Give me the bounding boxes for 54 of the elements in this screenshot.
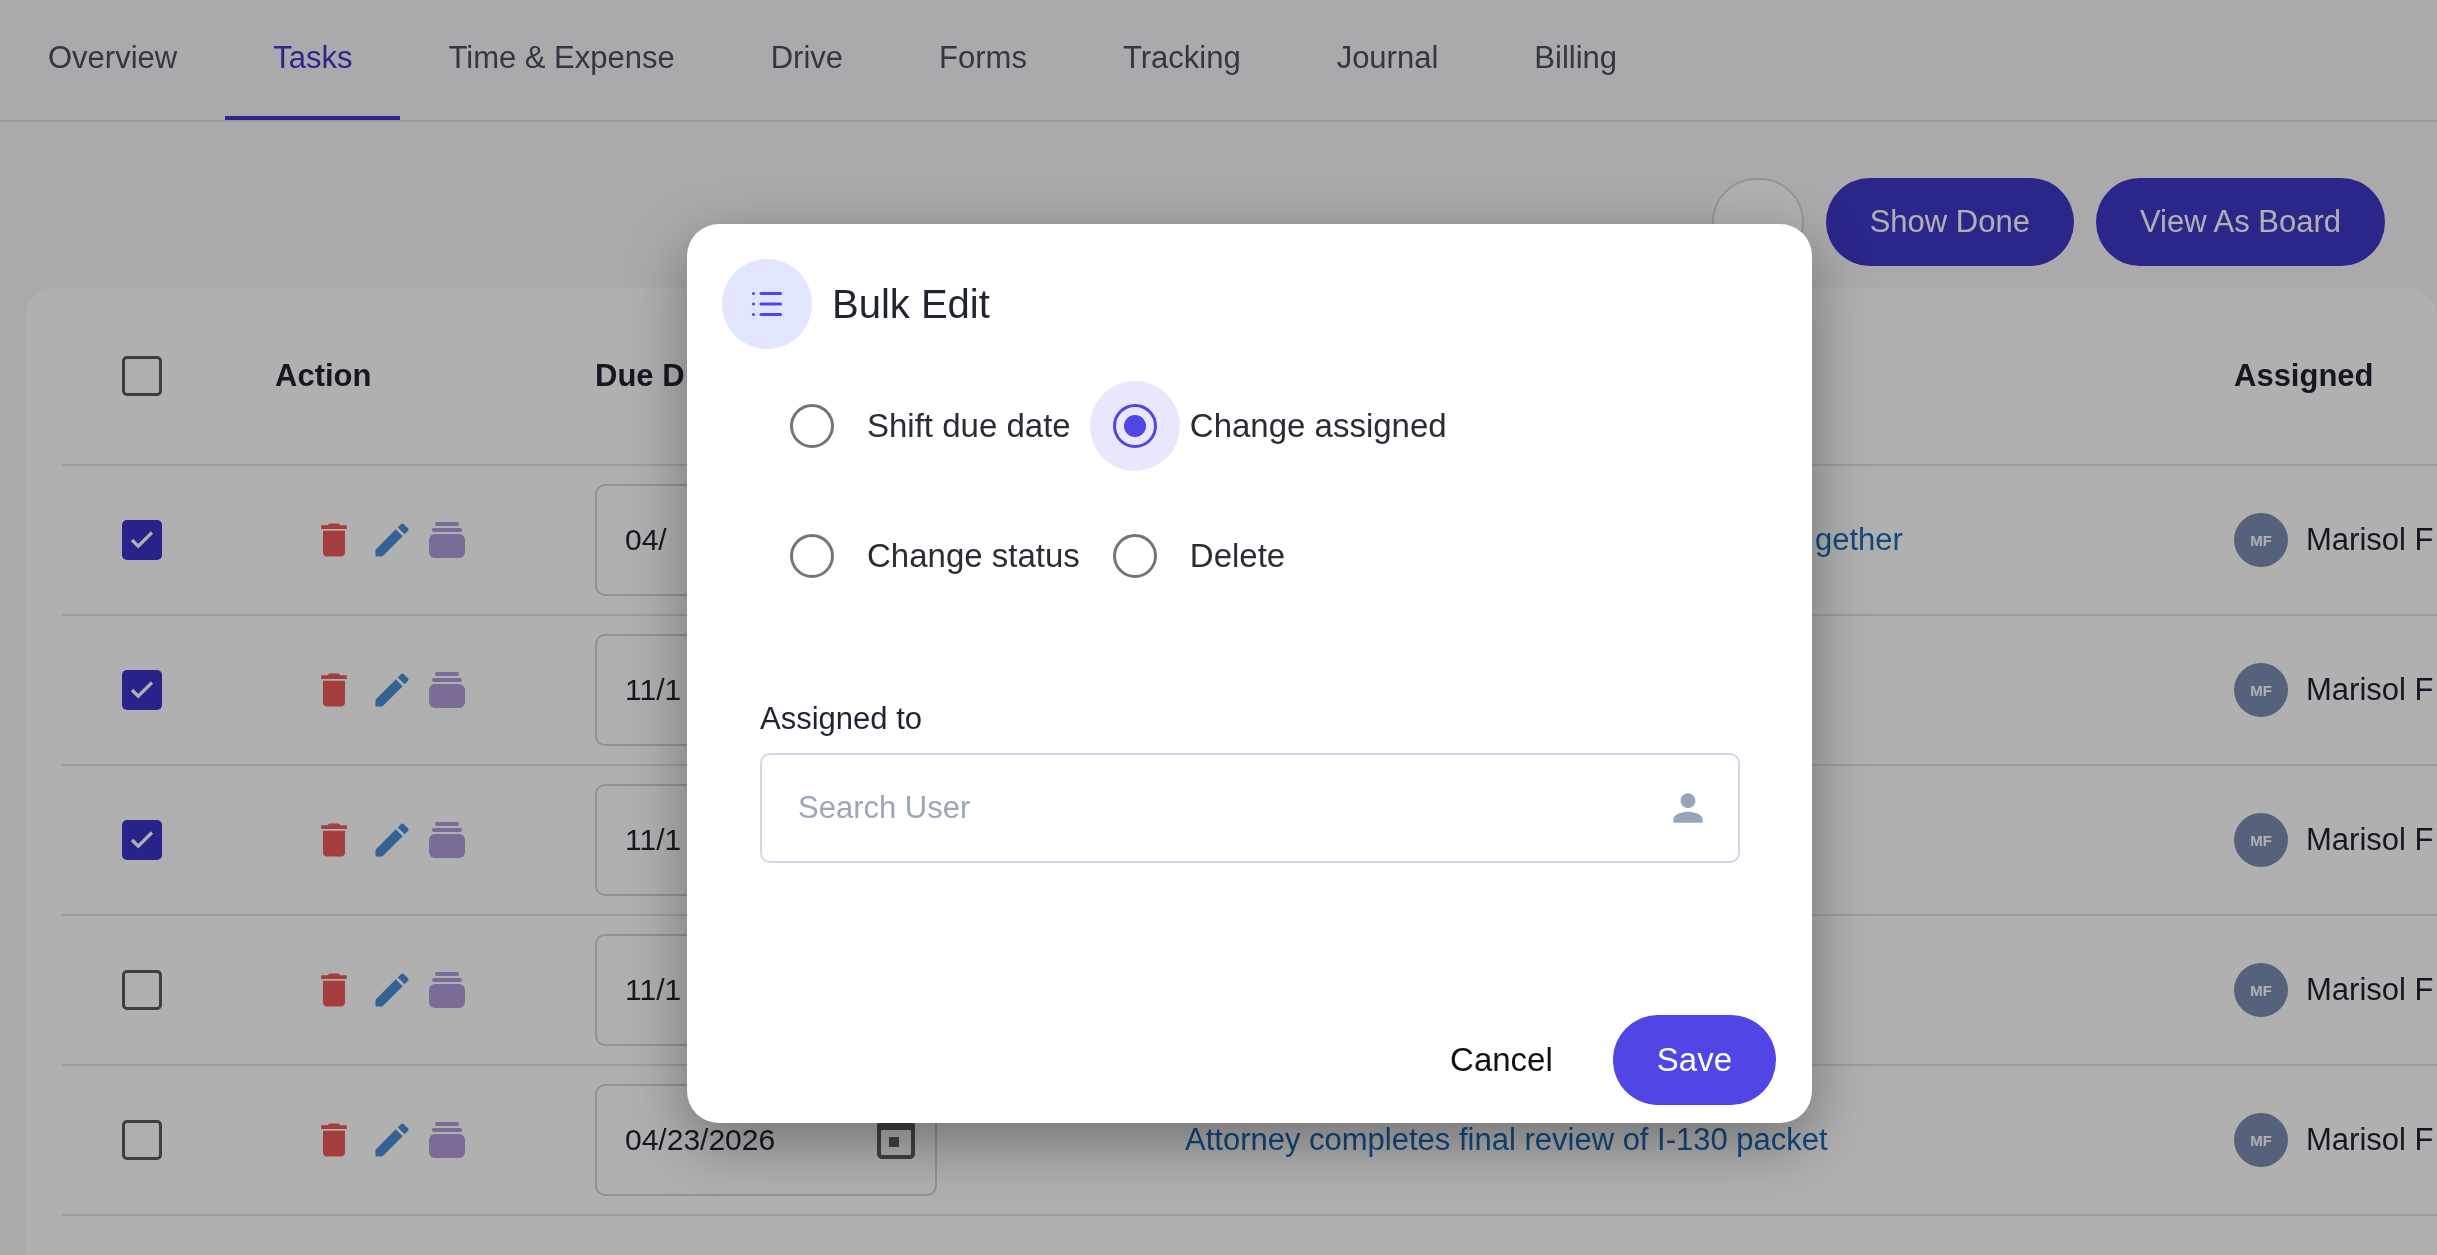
cancel-button[interactable]: Cancel: [1430, 1015, 1573, 1105]
tab[interactable]: Tasks: [225, 0, 401, 120]
stack-icon[interactable]: [428, 522, 466, 558]
column-header: Assigned: [2234, 358, 2374, 393]
tab[interactable]: Journal: [1288, 0, 1487, 120]
radio-button[interactable]: [1112, 534, 1157, 578]
row-checkbox[interactable]: [122, 820, 162, 860]
select-all-checkbox[interactable]: [122, 356, 162, 396]
stack-icon[interactable]: [428, 822, 466, 858]
assignee-name: Marisol F: [2306, 1122, 2434, 1158]
field-label: Assigned to: [760, 701, 923, 737]
stack-icon[interactable]: [428, 972, 466, 1008]
task-link[interactable]: Attorney completes final review of I-130 packet: [1185, 1122, 1828, 1157]
date-value: 11/1: [625, 823, 682, 857]
stack-icon[interactable]: [428, 1122, 466, 1158]
option-label[interactable]: Shift due date: [867, 407, 1071, 445]
tab[interactable]: Overview: [0, 0, 226, 120]
tab[interactable]: Billing: [1486, 0, 1666, 120]
tab[interactable]: Forms: [891, 0, 1075, 120]
save-button[interactable]: Save: [1612, 1015, 1776, 1105]
row-checkbox[interactable]: [122, 670, 162, 710]
avatar: MF: [2234, 663, 2288, 717]
row-checkbox[interactable]: [122, 970, 162, 1010]
row-checkbox[interactable]: [122, 520, 162, 560]
radio-button[interactable]: [1112, 404, 1157, 448]
toolbar-button[interactable]: View As Board: [2095, 178, 2385, 266]
assignee-name: Marisol F: [2306, 522, 2434, 558]
radio-button[interactable]: [790, 534, 834, 578]
radio-button[interactable]: [790, 404, 834, 448]
option-label[interactable]: Change status: [867, 537, 1080, 575]
assignee-name: Marisol F: [2306, 972, 2434, 1008]
column-header: Action: [275, 358, 372, 393]
dialog-title: Bulk Edit: [832, 281, 990, 327]
avatar: MF: [2234, 1113, 2288, 1167]
assignee-name: Marisol F: [2306, 822, 2434, 858]
avatar: MF: [2234, 963, 2288, 1017]
date-value: 04/: [625, 523, 667, 557]
tab[interactable]: Drive: [722, 0, 892, 120]
avatar: MF: [2234, 813, 2288, 867]
date-value: 11/1: [625, 973, 682, 1007]
tab[interactable]: Time & Expense: [400, 0, 723, 120]
toolbar-button[interactable]: Show Done: [1825, 178, 2074, 266]
option-label[interactable]: Change assigned: [1189, 407, 1447, 445]
row-checkbox[interactable]: [122, 1120, 162, 1160]
column-header: Due D: [595, 358, 685, 393]
stack-icon[interactable]: [428, 672, 466, 708]
date-value: 11/1: [625, 673, 682, 707]
search-user-field[interactable]: Search User: [760, 753, 1740, 863]
task-link[interactable]: gether: [1815, 522, 1903, 557]
avatar: MF: [2234, 513, 2288, 567]
date-value: 04/23/2026: [625, 1123, 776, 1157]
tab[interactable]: Tracking: [1074, 0, 1289, 120]
option-label[interactable]: Delete: [1189, 537, 1286, 575]
assignee-name: Marisol F: [2306, 672, 2434, 708]
